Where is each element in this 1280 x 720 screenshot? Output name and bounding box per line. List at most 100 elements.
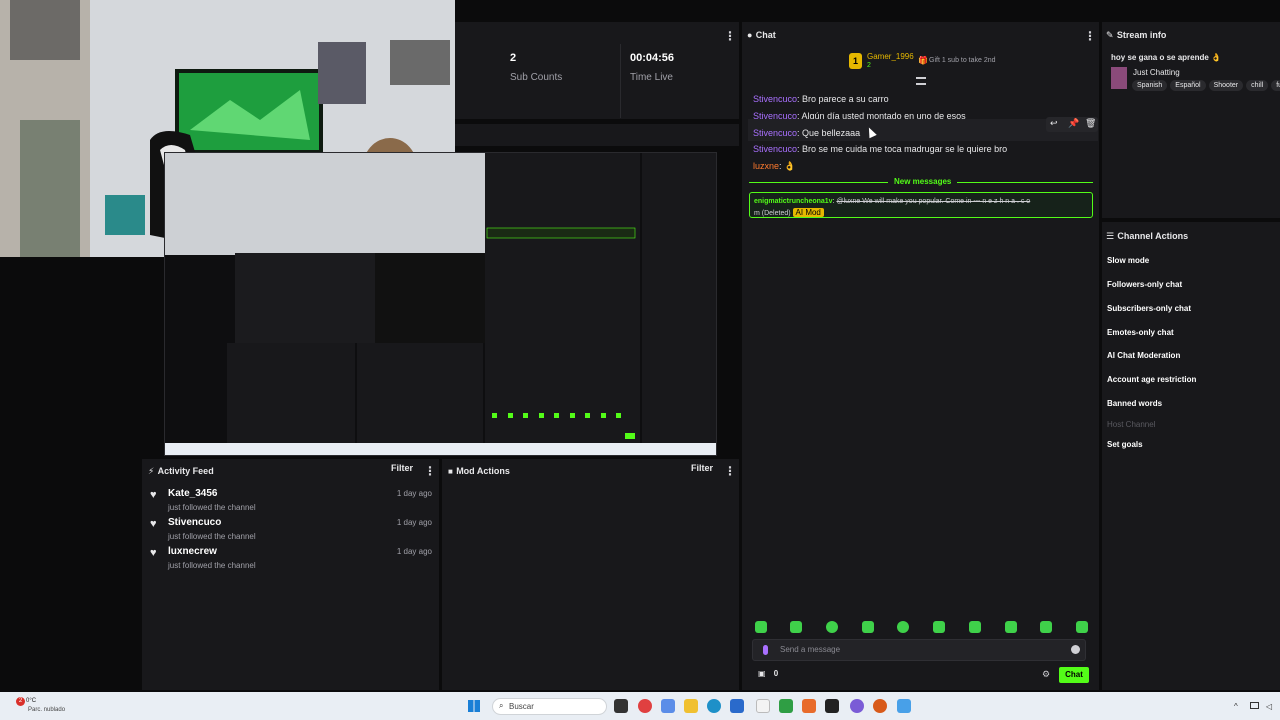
emote-icon[interactable] [862, 621, 874, 633]
chat-username[interactable]: Stivencuco [753, 144, 797, 154]
activity-more-icon[interactable]: ⋮ [424, 462, 436, 480]
action-account-age[interactable]: Account age restriction [1107, 375, 1196, 384]
weather-desc: Parc. nublado [28, 707, 66, 713]
chat-message: Stivencuco: Que bellezaaa [753, 128, 861, 138]
edge-icon[interactable] [707, 699, 721, 713]
activity-item: ♥ luxnecrew just followed the channel 1 … [150, 546, 432, 570]
wallet-icon: ▣ [758, 669, 766, 678]
deleted-message: enigmatictruncheona1v: @luxne We will ma… [749, 192, 1093, 218]
emote-icon[interactable] [790, 621, 802, 633]
tag-chip[interactable]: Shooter [1208, 80, 1244, 91]
action-set-goals[interactable]: Set goals [1107, 440, 1143, 449]
action-banned-words[interactable]: Banned words [1107, 399, 1162, 408]
activity-user[interactable]: luxnecrew [168, 546, 432, 557]
app-icon[interactable] [756, 699, 770, 713]
chat-input-placeholder: Send a message [780, 645, 841, 654]
app-icon[interactable] [802, 699, 816, 713]
app-icon[interactable] [661, 699, 675, 713]
chat-title: ● Chat [747, 27, 776, 41]
chat-username[interactable]: Stivencuco [753, 128, 797, 138]
tag-chip[interactable]: chill [1246, 80, 1269, 91]
task-view-icon[interactable] [614, 699, 628, 713]
mic-icon[interactable] [763, 645, 768, 655]
action-emotes-only[interactable]: Emotes-only chat [1107, 328, 1174, 337]
activity-filter-button[interactable]: Filter [391, 463, 413, 473]
app-icon[interactable] [850, 699, 864, 713]
taskbar-search[interactable]: ⌕ Buscar [492, 698, 607, 715]
app-icon[interactable] [684, 699, 698, 713]
reply-icon[interactable]: ↩ [1050, 118, 1058, 129]
message-tools: ↩ 📌 🗑 [1046, 117, 1098, 132]
stream-category[interactable]: Just Chatting [1133, 68, 1180, 77]
emote-icon[interactable] [969, 621, 981, 633]
activity-user[interactable]: Stivencuco [168, 517, 432, 528]
emoji-icon[interactable] [1071, 645, 1080, 654]
emote-icon[interactable] [933, 621, 945, 633]
mod-filter-button[interactable]: Filter [691, 463, 713, 473]
stat-time-live: 00:04:56 Time Live [630, 52, 674, 83]
emote-icon[interactable] [1005, 621, 1017, 633]
top-gifter[interactable]: 1 Gamer_1996 2 🎁 Gift 1 sub to take 2nd [849, 52, 1009, 72]
windows-start-icon[interactable] [468, 700, 480, 712]
emote-icon[interactable] [897, 621, 909, 633]
collapse-icon[interactable] [916, 77, 926, 85]
activity-feed-title-text: Activity Feed [157, 466, 214, 476]
chat-send-button[interactable]: Chat [1059, 667, 1089, 683]
app-icon[interactable] [779, 699, 793, 713]
tray-network-icon[interactable] [1250, 702, 1259, 709]
weather-widget[interactable]: 2 0°C Parc. nublado [14, 697, 84, 717]
action-ai-moderation[interactable]: AI Chat Moderation [1107, 351, 1180, 360]
chat-username[interactable]: Stivencuco [753, 94, 797, 104]
app-icon[interactable] [825, 699, 839, 713]
tray-volume-icon[interactable]: ◁ [1266, 702, 1272, 711]
chat-text: Que bellezaaa [802, 128, 861, 138]
tray-chevron-icon[interactable]: ^ [1234, 702, 1238, 711]
stat-value: 2 [510, 52, 517, 64]
chat-username[interactable]: enigmatictruncheona1v [754, 198, 833, 205]
stat-sub-counts: 2 Sub Counts [510, 52, 562, 83]
chat-input-box[interactable]: Send a message [752, 639, 1086, 661]
preview-panel-header [455, 124, 739, 146]
search-icon: ⌕ [499, 701, 504, 710]
stat-label: Time Live [630, 72, 673, 83]
channel-actions-title: ☰ Channel Actions [1106, 228, 1188, 242]
emote-icon[interactable] [1040, 621, 1052, 633]
chat-more-icon[interactable]: ⋮ [1084, 27, 1096, 45]
pencil-icon: ✎ [1106, 30, 1114, 40]
points-display[interactable]: ▣ 0 [758, 669, 778, 678]
mod-actions-title: ■ Mod Actions [448, 463, 510, 477]
stream-info-title: ✎ Stream info [1106, 27, 1166, 41]
emote-icon[interactable] [1076, 621, 1088, 633]
activity-user[interactable]: Kate_3456 [168, 488, 432, 499]
activity-time: 1 day ago [396, 518, 432, 527]
tag-chip[interactable]: Spanish [1132, 80, 1168, 91]
action-subscribers-only[interactable]: Subscribers-only chat [1107, 304, 1191, 313]
app-icon[interactable] [873, 699, 887, 713]
sliders-icon: ☰ [1106, 231, 1115, 241]
emote-icon[interactable] [755, 621, 767, 633]
channel-actions-title-text: Channel Actions [1117, 231, 1189, 241]
app-icon[interactable] [638, 699, 652, 713]
app-icon[interactable] [897, 699, 911, 713]
tag-chip[interactable]: fu [1271, 80, 1280, 91]
stats-more-icon[interactable]: ⋮ [724, 27, 736, 45]
stat-value: 00:04:56 [630, 52, 675, 64]
channel-actions-panel [1102, 222, 1280, 690]
chat-username[interactable]: luzxne [753, 161, 779, 171]
weather-temp: 0°C [26, 698, 37, 704]
action-followers-only[interactable]: Followers-only chat [1107, 280, 1182, 289]
chat-settings-icon[interactable]: ⚙ [1042, 669, 1050, 680]
delete-icon[interactable]: 🗑 [1085, 118, 1096, 129]
rank-badge-icon: 1 [849, 53, 862, 69]
chat-message: Stivencuco: Bro se me cuida me toca madr… [753, 144, 1008, 154]
app-icon[interactable] [730, 699, 744, 713]
pin-icon[interactable]: 📌 [1068, 118, 1079, 129]
ai-mod-badge: AI Mod [792, 208, 824, 217]
bolt-icon: ⚡ [148, 466, 155, 476]
chat-text: @luxne We will make you popular. Come in… [836, 198, 1031, 205]
new-messages-label: New messages [888, 177, 958, 186]
mod-more-icon[interactable]: ⋮ [724, 462, 736, 480]
action-slow-mode[interactable]: Slow mode [1107, 256, 1149, 265]
emote-icon[interactable] [826, 621, 838, 633]
tag-chip[interactable]: Español [1170, 80, 1206, 91]
